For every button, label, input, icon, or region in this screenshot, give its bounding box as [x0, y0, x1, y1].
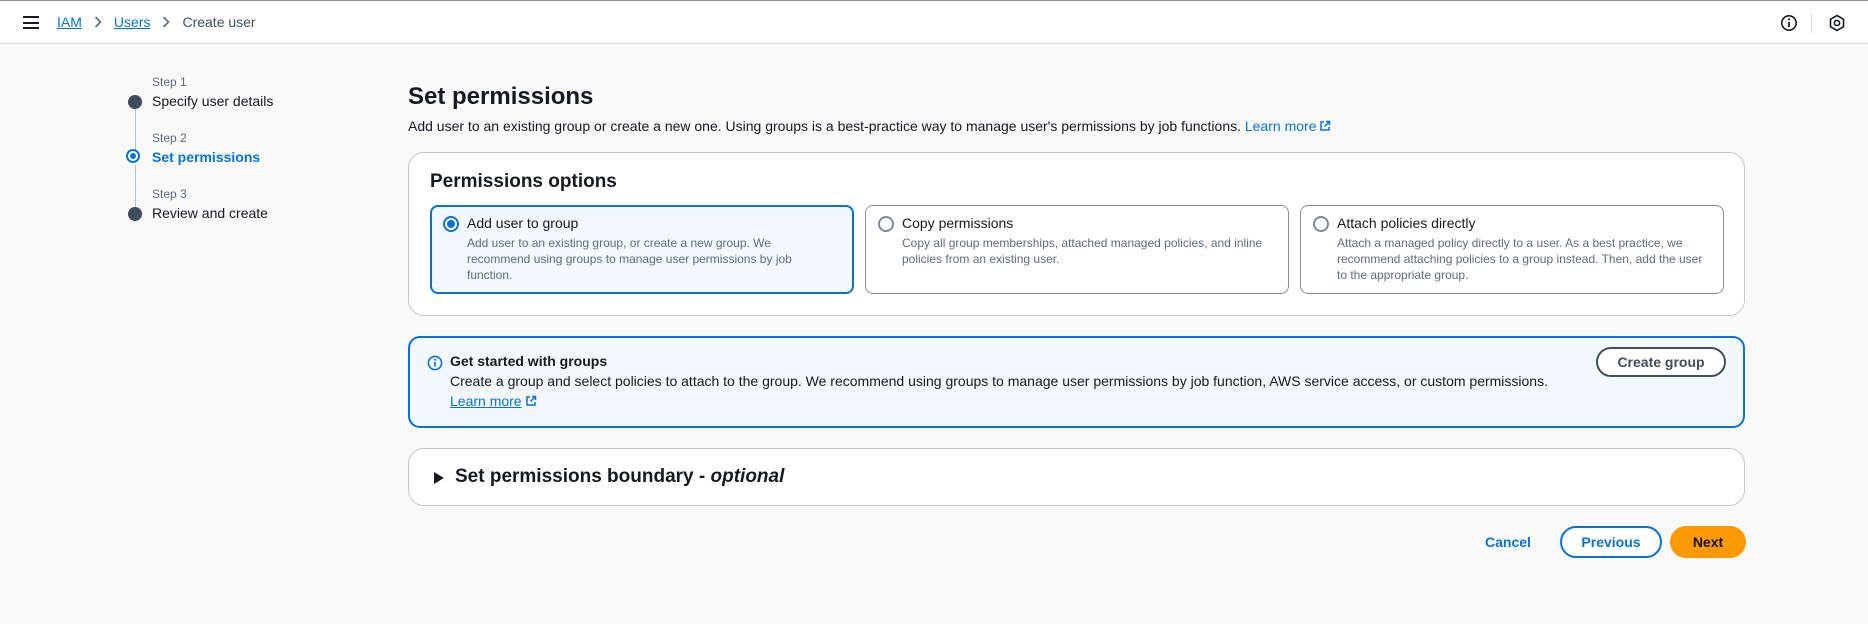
option-description: Copy all group memberships, attached man… [902, 236, 1263, 266]
option-title: Copy permissions [902, 215, 1014, 231]
permissions-options-container: Permissions options Add user to group Ad… [408, 152, 1745, 316]
step-1-number: Step 1 [152, 75, 187, 89]
create-group-button[interactable]: Create group [1596, 347, 1726, 377]
step-1-indicator [128, 95, 142, 109]
next-button[interactable]: Next [1670, 526, 1746, 558]
info-icon[interactable] [1780, 14, 1798, 32]
option-description: Attach a managed policy directly to a us… [1337, 236, 1703, 282]
alert-title: Get started with groups [450, 353, 608, 369]
previous-button[interactable]: Previous [1560, 526, 1662, 558]
alert-learn-more-link[interactable]: Learn more [450, 393, 537, 409]
settings-icon[interactable] [1828, 14, 1846, 32]
breadcrumb: IAM Users Create user [57, 14, 256, 30]
alert-text: Create a group and select policies to at… [450, 373, 1548, 389]
step-3-number: Step 3 [152, 187, 187, 201]
info-alert: Get started with groups Create a group a… [408, 336, 1745, 428]
permissions-boundary-label: Set permissions boundary - [455, 466, 711, 487]
external-link-icon [525, 395, 536, 406]
chevron-right-icon [94, 16, 102, 28]
breadcrumb-users[interactable]: Users [114, 14, 151, 30]
step-connector [135, 108, 136, 155]
external-link-icon [1320, 120, 1331, 131]
alert-learn-more-label: Learn more [450, 393, 522, 409]
info-icon [427, 355, 443, 371]
step-3-indicator [128, 207, 142, 221]
page-description: Add user to an existing group or create … [408, 118, 1331, 134]
option-title: Add user to group [467, 215, 579, 231]
permissions-options-title: Permissions options [430, 171, 617, 192]
cancel-button[interactable]: Cancel [1473, 527, 1543, 557]
option-attach-policies-directly[interactable]: Attach policies directly Attach a manage… [1300, 205, 1724, 294]
learn-more-link[interactable]: Learn more [1245, 118, 1332, 134]
permissions-boundary-expander[interactable]: Set permissions boundary - optional [408, 448, 1745, 506]
permissions-boundary-title: Set permissions boundary - optional [455, 466, 784, 488]
radio-button[interactable] [878, 216, 894, 232]
step-1-label[interactable]: Specify user details [152, 93, 273, 109]
step-2-number: Step 2 [152, 131, 187, 145]
chevron-right-icon [162, 16, 171, 28]
radio-button-selected[interactable] [443, 216, 459, 232]
step-3-label: Review and create [152, 205, 268, 221]
caret-right-icon[interactable] [434, 472, 444, 484]
step-2-indicator [126, 149, 140, 163]
breadcrumb-current: Create user [182, 14, 256, 30]
breadcrumb-iam[interactable]: IAM [57, 14, 82, 30]
option-copy-permissions[interactable]: Copy permissions Copy all group membersh… [865, 205, 1289, 294]
option-add-user-to-group[interactable]: Add user to group Add user to an existin… [430, 205, 854, 294]
radio-button[interactable] [1313, 216, 1329, 232]
option-title: Attach policies directly [1337, 215, 1476, 231]
divider [1811, 13, 1812, 33]
page-description-text: Add user to an existing group or create … [408, 118, 1241, 134]
optional-label: optional [710, 466, 785, 487]
top-navigation-bar: IAM Users Create user [0, 0, 1868, 44]
option-description: Add user to an existing group, or create… [467, 236, 792, 282]
learn-more-label: Learn more [1244, 118, 1317, 134]
page-title: Set permissions [408, 83, 594, 110]
menu-icon[interactable] [23, 16, 39, 29]
step-2-label: Set permissions [152, 149, 261, 165]
